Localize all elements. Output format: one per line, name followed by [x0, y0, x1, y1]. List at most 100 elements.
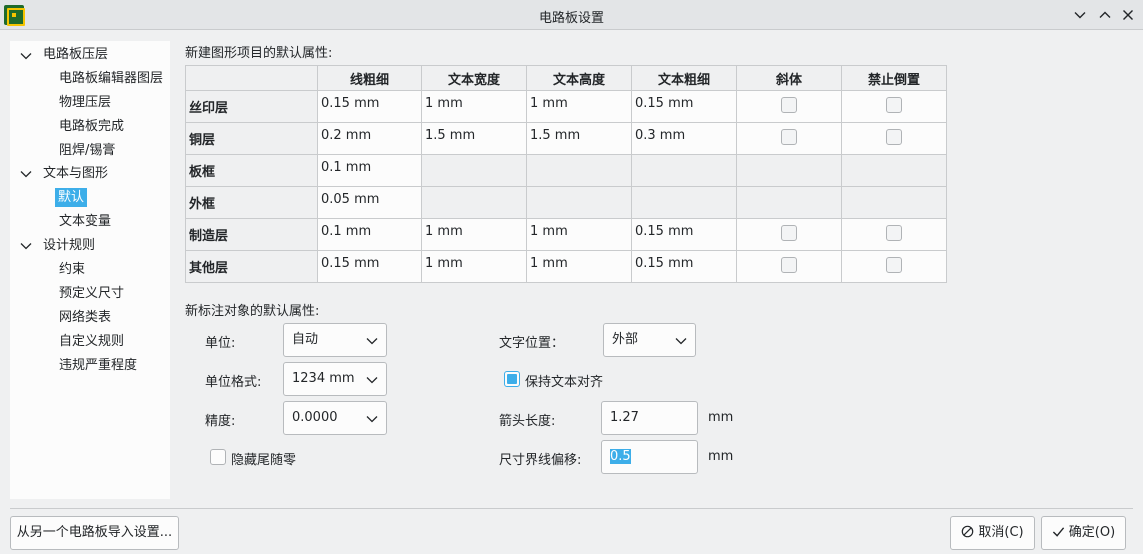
italic-checkbox[interactable] — [781, 128, 797, 145]
suppress-zeros-checkbox[interactable] — [210, 449, 226, 465]
chevron-down-icon[interactable] — [20, 240, 32, 252]
import-settings-label: 从另一个电路板导入设置... — [16, 525, 173, 540]
table-row: 板框 0.1 mm — [185, 154, 947, 187]
precision-combo[interactable]: 0.0000 — [283, 401, 387, 435]
tree-item-solder-mask[interactable]: 阻焊/锡膏 — [59, 140, 115, 162]
precision-value: 0.0000 — [292, 410, 338, 425]
col-header: 禁止倒置 — [841, 65, 947, 91]
keep-upright-checkbox[interactable] — [886, 224, 902, 241]
import-settings-button[interactable]: 从另一个电路板导入设置... — [10, 516, 179, 550]
units-value: 自动 — [292, 332, 319, 347]
dimension-section-label: 新标注对象的默认属性: — [185, 304, 320, 319]
col-header: 文本宽度 — [421, 65, 527, 91]
minimize-button[interactable] — [1069, 4, 1091, 26]
keep-upright-checkbox[interactable] — [886, 96, 902, 113]
ok-button[interactable]: 确定(O) — [1041, 516, 1126, 550]
text-width-cell[interactable]: 1 mm — [421, 250, 527, 283]
line-width-cell[interactable]: 0.1 mm — [317, 218, 422, 251]
line-width-cell[interactable]: 0.15 mm — [317, 250, 422, 283]
disabled-cell — [841, 154, 947, 187]
tree-item-custom-rules[interactable]: 自定义规则 — [59, 331, 124, 353]
cancel-icon — [962, 525, 974, 538]
italic-checkbox[interactable] — [781, 256, 797, 273]
text-position-combo[interactable]: 外部 — [603, 323, 696, 357]
tree-item-board-stackup[interactable]: 电路板压层 — [43, 44, 108, 66]
chevron-down-icon[interactable] — [20, 168, 32, 180]
keep-aligned-checkbox[interactable] — [504, 371, 520, 387]
italic-cell — [736, 250, 842, 283]
italic-cell — [736, 218, 842, 251]
table-row: 其他层 0.15 mm 1 mm 1 mm 0.15 mm — [185, 250, 947, 283]
unit-format-label: 单位格式: — [205, 375, 262, 390]
extension-offset-input[interactable]: 0.5 — [601, 440, 698, 474]
keep-upright-cell — [841, 250, 947, 283]
tree-item-editor-layers[interactable]: 电路板编辑器图层 — [59, 68, 163, 90]
text-width-cell[interactable]: 1 mm — [421, 218, 527, 251]
cancel-label: 取消(C) — [978, 525, 1024, 540]
chevron-down-icon — [366, 377, 378, 384]
disabled-cell — [631, 186, 737, 219]
text-thickness-cell[interactable]: 0.15 mm — [631, 218, 737, 251]
line-width-cell[interactable]: 0.1 mm — [317, 154, 422, 187]
graphics-section-label: 新建图形项目的默认属性: — [185, 46, 333, 61]
disabled-cell — [421, 186, 527, 219]
arrow-length-input[interactable]: 1.27 — [601, 401, 698, 435]
text-thickness-cell[interactable]: 0.15 mm — [631, 90, 737, 123]
tree-item-text-graphics[interactable]: 文本与图形 — [43, 163, 108, 185]
close-icon — [1123, 10, 1133, 20]
extension-offset-label: 尺寸界线偏移: — [499, 453, 582, 468]
disabled-cell — [631, 154, 737, 187]
graphics-defaults-grid: 线粗细 文本宽度 文本高度 文本粗细 斜体 禁止倒置 丝印层 0.15 mm 1… — [185, 65, 947, 283]
tree-item-board-finish[interactable]: 电路板完成 — [59, 116, 124, 138]
text-height-cell[interactable]: 1 mm — [526, 218, 632, 251]
text-position-value: 外部 — [612, 332, 639, 347]
keep-upright-checkbox[interactable] — [886, 256, 902, 273]
maximize-button[interactable] — [1094, 4, 1116, 26]
tree-item-net-classes[interactable]: 网络类表 — [59, 307, 111, 329]
italic-checkbox[interactable] — [781, 224, 797, 241]
text-thickness-cell[interactable]: 0.3 mm — [631, 122, 737, 155]
extension-offset-unit: mm — [708, 449, 734, 464]
text-position-label: 文字位置： — [499, 336, 565, 351]
table-row: 铜层 0.2 mm 1.5 mm 1.5 mm 0.3 mm — [185, 122, 947, 155]
text-height-cell[interactable]: 1 mm — [526, 250, 632, 283]
tree-item-design-rules[interactable]: 设计规则 — [43, 235, 95, 257]
tree-item-violation-severity[interactable]: 违规严重程度 — [59, 355, 137, 377]
italic-cell — [736, 122, 842, 155]
row-header: 其他层 — [185, 250, 318, 283]
text-height-cell[interactable]: 1 mm — [526, 90, 632, 123]
ok-label: 确定(O) — [1068, 525, 1116, 540]
chevron-down-icon[interactable] — [20, 50, 32, 62]
line-width-cell[interactable]: 0.15 mm — [317, 90, 422, 123]
tree-item-text-variables[interactable]: 文本变量 — [59, 211, 111, 233]
tree-item-physical-stackup[interactable]: 物理压层 — [59, 92, 111, 114]
close-button[interactable] — [1117, 4, 1139, 26]
col-header: 线粗细 — [317, 65, 422, 91]
tree-item-constraints[interactable]: 约束 — [59, 259, 85, 281]
text-height-cell[interactable]: 1.5 mm — [526, 122, 632, 155]
tree-item-predefined-sizes[interactable]: 预定义尺寸 — [59, 283, 124, 305]
chevron-down-icon — [1074, 12, 1086, 19]
text-width-cell[interactable]: 1 mm — [421, 90, 527, 123]
text-width-cell[interactable]: 1.5 mm — [421, 122, 527, 155]
line-width-cell[interactable]: 0.2 mm — [317, 122, 422, 155]
row-header: 铜层 — [185, 122, 318, 155]
extension-offset-value: 0.5 — [610, 449, 631, 464]
line-width-cell[interactable]: 0.05 mm — [317, 186, 422, 219]
cancel-button[interactable]: 取消(C) — [950, 516, 1035, 550]
footer-separator — [10, 508, 1133, 509]
keep-upright-checkbox[interactable] — [886, 128, 902, 145]
unit-format-combo[interactable]: 1234 mm — [283, 362, 387, 396]
keep-upright-cell — [841, 90, 947, 123]
table-row: 外框 0.05 mm — [185, 186, 947, 219]
text-thickness-cell[interactable]: 0.15 mm — [631, 250, 737, 283]
checkmark-icon — [1052, 527, 1064, 537]
italic-checkbox[interactable] — [781, 96, 797, 113]
units-combo[interactable]: 自动 — [283, 323, 387, 357]
disabled-cell — [736, 154, 842, 187]
tree-item-defaults[interactable]: 默认 — [55, 187, 88, 209]
row-header: 丝印层 — [185, 90, 318, 123]
chevron-down-icon — [366, 338, 378, 345]
title-bar: 电路板设置 — [0, 0, 1143, 30]
unit-format-value: 1234 mm — [292, 371, 355, 386]
